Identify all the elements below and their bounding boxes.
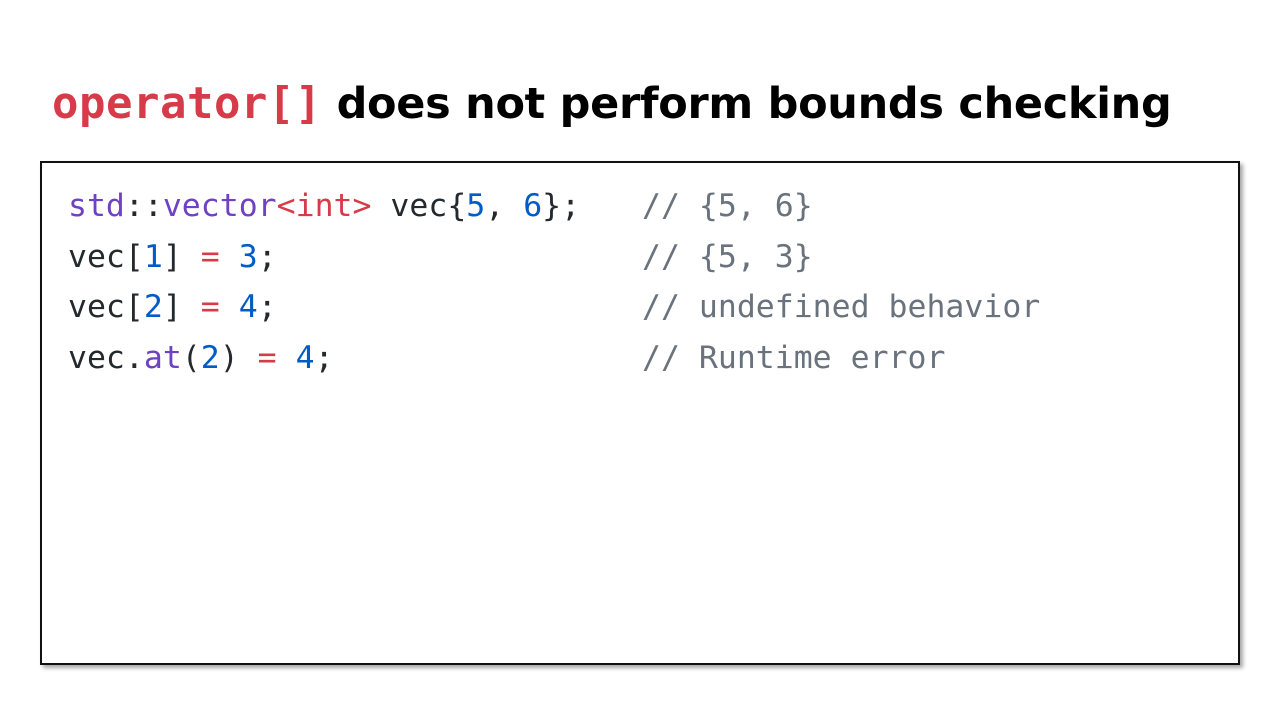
code-token: 2: [143, 289, 163, 325]
code-lines: std::vector<int> vec{5, 6};// {5, 6} vec[…: [68, 181, 1040, 384]
code-token: =: [200, 289, 220, 325]
code-comment: // {5, 3}: [642, 238, 813, 275]
code-token: vec: [371, 188, 448, 224]
code-token: {: [447, 188, 467, 224]
code-token: };: [542, 188, 581, 224]
code-token: vector: [162, 188, 277, 224]
code-comment: // undefined behavior: [642, 289, 1041, 325]
code-token: ): [219, 339, 258, 376]
code-line: vec[2] = 4; // undefined behavior: [68, 282, 1040, 333]
code-token: 4: [238, 289, 258, 325]
code-token: =: [257, 339, 277, 376]
code-token: <int>: [276, 188, 372, 224]
code-token: at: [143, 339, 182, 376]
code-token: [: [124, 238, 144, 275]
code-comment: // {5, 6}: [642, 188, 813, 224]
code-line: vec.at(2) = 4; // Runtime error: [68, 333, 945, 384]
code-token: ,: [485, 188, 524, 224]
code-token: 4: [295, 339, 315, 376]
code-token: ;: [257, 289, 277, 325]
code-token: [: [124, 289, 144, 325]
code-token: 5: [466, 188, 486, 224]
code-token: vec.: [68, 339, 144, 376]
code-token: (: [181, 339, 201, 376]
code-token: ;: [257, 238, 277, 275]
code-token: 3: [238, 238, 258, 275]
code-token: ]: [162, 289, 201, 325]
slide-title: operator[] does not perform bounds check…: [52, 76, 1172, 132]
title-code-keyword: operator[]: [52, 78, 322, 129]
code-token: 1: [143, 238, 163, 275]
code-line: vec[1] = 3; // {5, 3}: [68, 232, 813, 283]
code-comment: // Runtime error: [642, 339, 946, 376]
code-token: ]: [162, 238, 201, 275]
code-token: 2: [200, 339, 220, 376]
code-block: std::vector<int> vec{5, 6};// {5, 6} vec[…: [40, 161, 1240, 665]
code-token: ::: [124, 188, 163, 224]
code-token: ;: [314, 339, 334, 376]
code-token: vec: [68, 289, 125, 325]
code-token: std: [68, 188, 125, 224]
title-text: does not perform bounds checking: [321, 79, 1172, 129]
code-token: =: [200, 238, 220, 275]
code-token: 6: [523, 188, 543, 224]
code-token: vec: [68, 238, 125, 275]
code-line: std::vector<int> vec{5, 6}; // {5, 6}: [68, 181, 813, 232]
